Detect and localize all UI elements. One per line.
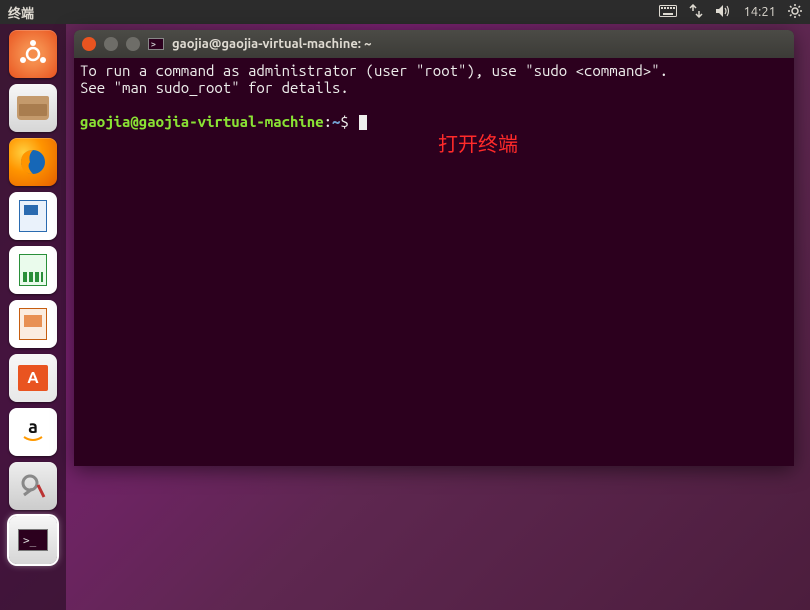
volume-icon[interactable] — [715, 4, 731, 21]
window-titlebar[interactable]: gaojia@gaojia-virtual-machine: ~ — [74, 30, 794, 58]
launcher-firefox[interactable] — [9, 138, 57, 186]
launcher: a — [0, 24, 66, 610]
terminal-title-icon — [148, 38, 164, 50]
window-maximize-button[interactable] — [126, 37, 140, 51]
window-close-button[interactable] — [82, 37, 96, 51]
terminal-window: gaojia@gaojia-virtual-machine: ~ To run … — [74, 30, 794, 466]
gear-icon[interactable] — [788, 4, 802, 21]
launcher-impress[interactable] — [9, 300, 57, 348]
launcher-dash[interactable] — [9, 30, 57, 78]
window-title: gaojia@gaojia-virtual-machine: ~ — [172, 37, 371, 51]
prompt-sep: : — [324, 113, 332, 130]
launcher-software[interactable] — [9, 354, 57, 402]
window-minimize-button[interactable] — [104, 37, 118, 51]
terminal-cursor — [359, 115, 367, 130]
launcher-writer[interactable] — [9, 192, 57, 240]
annotation-label: 打开终端 — [438, 128, 518, 157]
svg-text:a: a — [28, 417, 38, 437]
prompt-symbol: $ — [340, 113, 348, 130]
prompt-userhost: gaojia@gaojia-virtual-machine — [80, 113, 324, 130]
terminal-motd-line2: See "man sudo_root" for details. — [80, 79, 349, 96]
terminal-body[interactable]: To run a command as administrator (user … — [74, 58, 794, 466]
clock-text[interactable]: 14:21 — [743, 5, 776, 19]
launcher-terminal[interactable] — [9, 516, 57, 564]
terminal-motd-line1: To run a command as administrator (user … — [80, 62, 668, 79]
launcher-files[interactable] — [9, 84, 57, 132]
launcher-amazon[interactable]: a — [9, 408, 57, 456]
menubar-indicators: 14:21 — [659, 4, 802, 21]
launcher-calc[interactable] — [9, 246, 57, 294]
launcher-settings[interactable] — [9, 462, 57, 510]
top-menubar: 终端 14:21 — [0, 0, 810, 24]
keyboard-icon[interactable] — [659, 5, 677, 20]
menubar-app-title: 终端 — [8, 3, 34, 22]
network-icon[interactable] — [689, 4, 703, 21]
